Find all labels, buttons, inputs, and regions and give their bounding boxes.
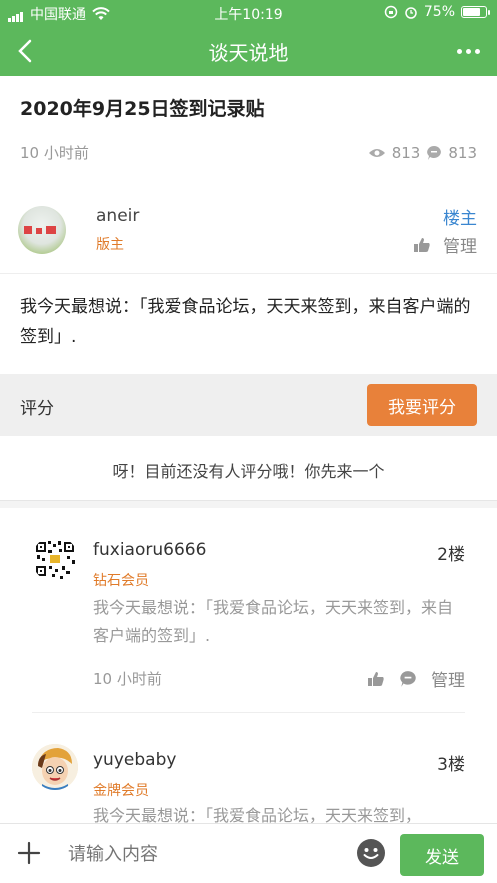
more-icon[interactable]	[457, 40, 483, 62]
avatar[interactable]	[32, 744, 78, 790]
send-button[interactable]: 发送	[400, 834, 484, 876]
reply-item: fuxiaoru6666 2楼 钻石会员 我今天最想说：「我爱食品论坛，天天来签…	[0, 520, 497, 710]
op-tag: 楼主	[443, 209, 477, 229]
post-title: 2020年9月25日签到记录贴	[20, 98, 265, 120]
thumbs-up-icon[interactable]	[367, 671, 385, 687]
author-role: 版主	[96, 237, 124, 253]
reply-content: 我今天最想说：「我爱食品论坛，天天来签到，来自客户端的签到」.	[93, 598, 454, 645]
input-bar: 发送	[0, 823, 497, 883]
floor-number: 3楼	[437, 755, 465, 775]
alarm-icon	[405, 7, 417, 19]
cartoon-avatar-image	[32, 744, 78, 790]
rating-label: 评分	[20, 399, 54, 419]
status-bar: 中国联通 上午10:19 75%	[0, 0, 497, 26]
reply-author-name[interactable]: fuxiaoru6666	[93, 540, 206, 560]
divider	[32, 712, 465, 713]
nav-bar: 谈天说地	[0, 26, 497, 76]
battery-icon	[461, 6, 490, 18]
post-time: 10 小时前	[20, 144, 89, 162]
plus-icon[interactable]	[16, 840, 42, 866]
reply-time: 10 小时前	[93, 670, 162, 688]
divider	[0, 273, 497, 274]
avatar-art	[24, 226, 60, 236]
author-row: aneir 版主 楼主 管理	[0, 190, 497, 270]
lock-rotation-icon	[384, 5, 398, 19]
reply-author-name[interactable]: yuyebaby	[93, 750, 176, 770]
message-input[interactable]	[68, 834, 338, 874]
member-badge: 钻石会员	[93, 573, 149, 589]
battery-percent: 75%	[423, 4, 455, 20]
rate-button[interactable]: 我要评分	[367, 384, 477, 426]
back-arrow-icon[interactable]	[14, 38, 38, 64]
avatar[interactable]	[18, 206, 66, 254]
comment-icon	[427, 145, 442, 160]
comment-count: 813	[448, 143, 477, 162]
thumbs-up-icon[interactable]	[413, 237, 431, 253]
manage-button[interactable]: 管理	[443, 232, 477, 257]
emoji-icon[interactable]	[356, 838, 386, 868]
section-gap	[0, 500, 497, 508]
rating-bar: 评分 我要评分	[0, 374, 497, 436]
qr-avatar-image	[32, 536, 78, 582]
nav-title: 谈天说地	[208, 40, 289, 65]
avatar[interactable]	[32, 536, 78, 582]
reply-item: yuyebaby 3楼 金牌会员 我今天最想说：「我爱食品论坛，天天来签到，	[0, 730, 497, 830]
post-body: 我今天最想说：「我爱食品论坛，天天来签到，来自客户端的签到」.	[20, 297, 471, 347]
manage-button[interactable]: 管理	[431, 666, 465, 691]
no-rating-text: 呀！目前还没有人评分哦！你先来一个	[112, 462, 385, 481]
author-name[interactable]: aneir	[96, 206, 139, 226]
member-badge: 金牌会员	[93, 783, 149, 799]
comment-icon[interactable]	[399, 670, 417, 688]
view-count: 813	[391, 143, 421, 162]
eye-icon	[368, 148, 385, 157]
floor-number: 2楼	[437, 545, 465, 565]
post-meta: 10 小时前 813 813	[20, 142, 477, 163]
